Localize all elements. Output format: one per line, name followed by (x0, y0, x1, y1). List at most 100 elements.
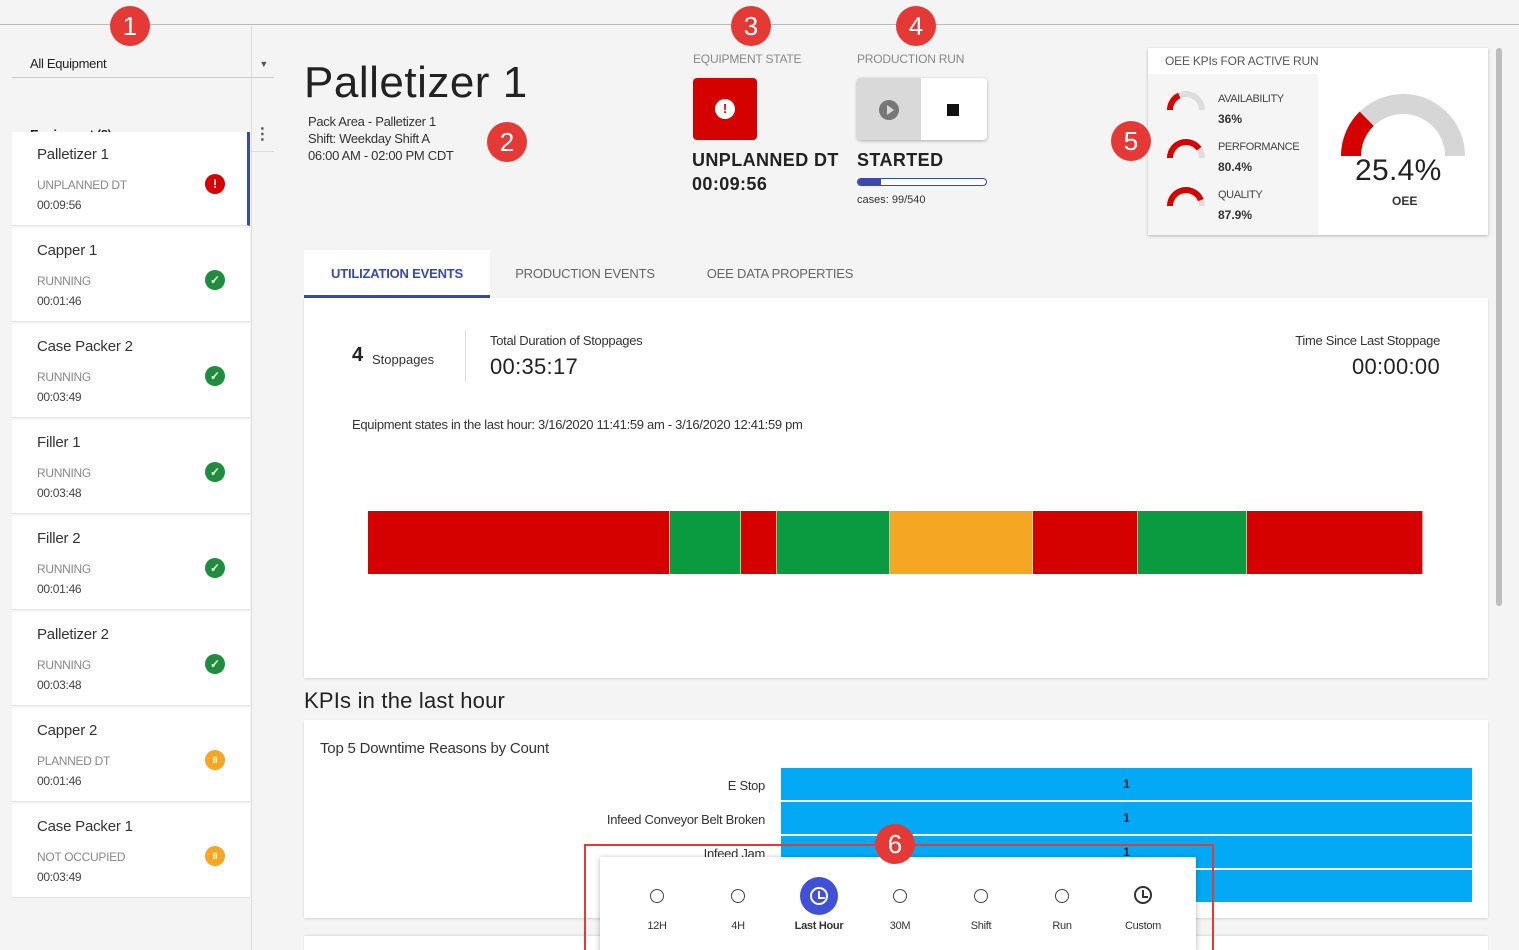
equipment-duration: 00:09:56 (37, 198, 82, 212)
time-option-30m[interactable]: 30M (860, 857, 940, 950)
production-run-status: STARTED (857, 150, 944, 170)
timeline-segment-down[interactable] (1032, 511, 1139, 574)
filter-label: All Equipment (30, 56, 107, 71)
pause-icon: II (205, 846, 225, 866)
equipment-card[interactable]: Case Packer 2 RUNNING 00:03:49 ✓ (12, 324, 250, 418)
equipment-state-status: UNPLANNED DT (692, 150, 839, 170)
equipment-state-timeline[interactable] (368, 511, 1423, 574)
area-path: Pack Area - Palletizer 1 (308, 114, 436, 129)
timeline-segment-running[interactable] (777, 511, 891, 574)
radio-icon (1055, 889, 1069, 903)
timeline-segment-down[interactable] (368, 511, 670, 574)
start-run-button[interactable] (857, 78, 921, 140)
production-run-controls (857, 78, 987, 140)
equipment-state-button[interactable]: ! (693, 78, 757, 140)
oee-value: 25.4% (1355, 154, 1442, 187)
quality-value: 87.9% (1218, 208, 1253, 222)
page-title: Palletizer 1 (304, 58, 528, 107)
equipment-status: RUNNING (37, 562, 91, 576)
time-option-12h[interactable]: 12H (617, 857, 697, 950)
timeline-range-text: Equipment states in the last hour: 3/16/… (352, 417, 803, 432)
stop-icon[interactable] (947, 104, 959, 116)
quality-gauge (1167, 187, 1205, 207)
availability-label: AVAILABILITY (1218, 93, 1284, 105)
pause-icon: II (205, 750, 225, 770)
oee-kpi-card: OEE KPIs FOR ACTIVE RUN AVAILABILITY 36%… (1148, 48, 1488, 235)
oee-label: OEE (1392, 194, 1418, 208)
quality-label: QUALITY (1218, 189, 1263, 201)
timeline-segment-down[interactable] (1246, 511, 1423, 574)
downtime-chart-title: Top 5 Downtime Reasons by Count (320, 740, 549, 757)
callout-marker: 5 (1111, 121, 1151, 161)
run-progress-bar (857, 178, 987, 186)
equipment-name: Capper 1 (37, 242, 98, 259)
equipment-card[interactable]: Capper 1 RUNNING 00:01:46 ✓ (12, 228, 250, 322)
tab-utilization-events[interactable]: UTILIZATION EVENTS (304, 250, 490, 298)
stoppage-count: 4 (352, 344, 364, 366)
time-since-label: Time Since Last Stoppage (1295, 333, 1440, 348)
equipment-duration: 00:01:46 (37, 582, 82, 596)
more-options-icon[interactable]: ⋮ (254, 118, 270, 152)
equipment-filter-dropdown[interactable]: All Equipment ▼ (12, 50, 274, 78)
time-option-label: Last Hour (794, 920, 844, 932)
shift-time: 06:00 AM - 02:00 PM CDT (308, 148, 454, 163)
main-scrollbar[interactable] (1496, 48, 1502, 606)
clock-icon (800, 877, 838, 915)
equipment-name: Case Packer 1 (37, 818, 133, 835)
equipment-status: RUNNING (37, 274, 91, 288)
equipment-duration: 00:01:46 (37, 294, 82, 308)
check-icon: ✓ (205, 558, 225, 578)
bar-label: E Stop (727, 778, 766, 793)
availability-value: 36% (1218, 112, 1243, 126)
equipment-card[interactable]: Filler 1 RUNNING 00:03:48 ✓ (12, 420, 250, 514)
time-range-picker: 12H 4H Last Hour 30M Shift Run Custom (600, 857, 1196, 950)
time-option-custom[interactable]: Custom (1103, 857, 1183, 950)
divider (465, 330, 466, 382)
alert-icon: ! (205, 174, 225, 194)
equipment-status: PLANNED DT (37, 754, 111, 768)
tab-production-events[interactable]: PRODUCTION EVENTS (490, 250, 680, 298)
kpi-section-heading: KPIs in the last hour (304, 688, 506, 713)
equipment-card[interactable]: Palletizer 1 UNPLANNED DT 00:09:56! (12, 132, 250, 226)
check-icon: ✓ (205, 654, 225, 674)
run-progress-fill (858, 179, 882, 185)
equipment-status: RUNNING (37, 466, 91, 480)
equipment-card[interactable]: Case Packer 1 NOT OCCUPIED 00:03:49 II (12, 804, 250, 898)
time-option-label: Custom (1124, 920, 1162, 932)
check-icon: ✓ (205, 462, 225, 482)
equipment-state-label: EQUIPMENT STATE (693, 52, 802, 66)
radio-icon (650, 889, 664, 903)
equipment-card[interactable]: Filler 2 RUNNING 00:01:46 ✓ (12, 516, 250, 610)
equipment-status: RUNNING (37, 370, 91, 384)
alert-icon: ! (715, 99, 735, 119)
chevron-down-icon: ▼ (259, 59, 268, 69)
equipment-status: NOT OCCUPIED (37, 850, 126, 864)
timeline-segment-planned[interactable] (890, 511, 1033, 574)
timeline-segment-down[interactable] (741, 511, 778, 574)
time-option-label: 30M (889, 920, 911, 932)
equipment-sidebar: All Equipment ▼ Equipment (8) ⋮ Palletiz… (12, 26, 274, 950)
bar-e-stop[interactable]: 1 (781, 768, 1472, 800)
oee-gauge (1341, 94, 1465, 157)
stoppage-label: Stoppages (372, 352, 435, 367)
timeline-segment-running[interactable] (1138, 511, 1247, 574)
time-option-4h[interactable]: 4H (698, 857, 778, 950)
equipment-duration: 00:03:49 (37, 870, 82, 884)
shift-name: Shift: Weekday Shift A (308, 131, 430, 146)
equipment-duration: 00:03:48 (37, 678, 82, 692)
tab-oee-data-properties[interactable]: OEE DATA PROPERTIES (680, 250, 880, 298)
radio-icon (974, 889, 988, 903)
clock-icon (1134, 886, 1152, 904)
callout-marker: 6 (875, 824, 915, 864)
oee-kpi-list: AVAILABILITY 36% PERFORMANCE 80.4% QUALI… (1148, 74, 1318, 235)
time-option-run[interactable]: Run (1022, 857, 1102, 950)
equipment-duration: 00:03:49 (37, 390, 82, 404)
equipment-card[interactable]: Capper 2 PLANNED DT 00:01:46 II (12, 708, 250, 802)
time-option-last-hour[interactable]: Last Hour (779, 857, 859, 950)
availability-gauge (1167, 91, 1205, 111)
time-option-shift[interactable]: Shift (941, 857, 1021, 950)
equipment-card[interactable]: Palletizer 2 RUNNING 00:03:48 ✓ (12, 612, 250, 706)
total-duration-label: Total Duration of Stoppages (490, 333, 643, 348)
timeline-segment-running[interactable] (669, 511, 742, 574)
time-option-label: Shift (970, 920, 992, 932)
